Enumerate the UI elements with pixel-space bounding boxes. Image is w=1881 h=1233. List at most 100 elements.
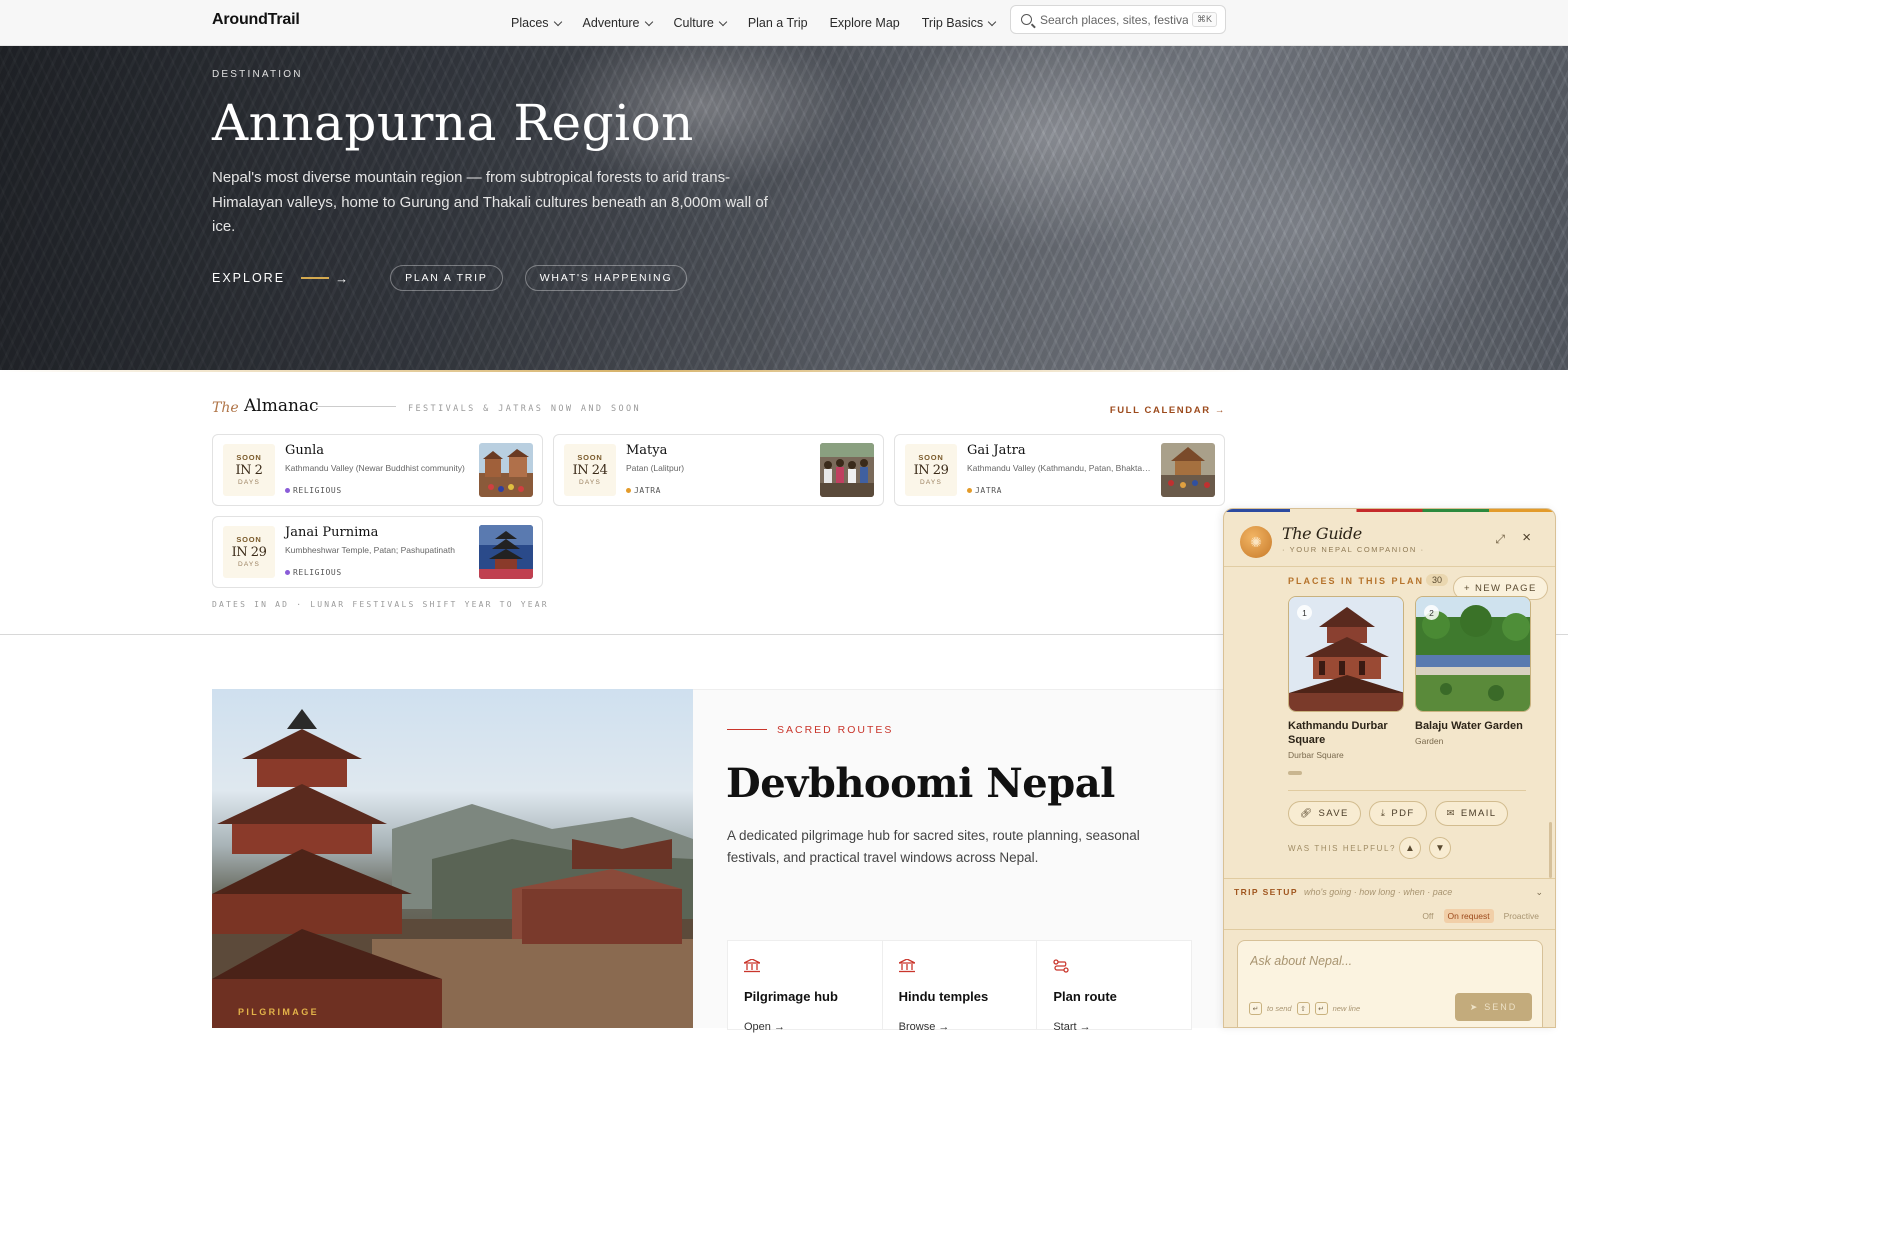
whats-happening-button[interactable]: WHAT'S HAPPENING — [524, 265, 688, 291]
days-label: DAYS — [237, 479, 261, 486]
guide-divider — [1288, 790, 1526, 791]
explore-link[interactable]: EXPLORE → — [212, 271, 350, 286]
nav-trip-basics[interactable]: Trip Basics — [922, 16, 997, 30]
trip-setup-hint: who's going · how long · when · pace — [1304, 887, 1453, 897]
festival-name: Gunla — [285, 443, 325, 458]
expand-icon[interactable]: ⤢ — [1495, 532, 1505, 547]
pilgrimage-hub-card[interactable]: Pilgrimage hub Open → — [728, 941, 883, 1033]
newline-hint: new line — [1332, 1004, 1361, 1013]
days-label: DAYS — [919, 479, 943, 486]
festival-place: Kathmandu Valley (Newar Buddhist communi… — [285, 463, 465, 473]
devbhoomi-description: A dedicated pilgrimage hub for sacred si… — [727, 828, 1140, 865]
days-label: DAYS — [237, 561, 261, 568]
place-photo: 1 — [1288, 596, 1404, 712]
pdf-button[interactable]: ⤓ PDF — [1368, 801, 1427, 826]
plan-trip-button[interactable]: PLAN A TRIP — [390, 265, 503, 291]
card-link[interactable]: Open → — [744, 1021, 785, 1033]
nav-culture[interactable]: Culture — [674, 16, 728, 30]
tag-dot — [967, 488, 972, 493]
trip-setup-label[interactable]: TRIP SETUP — [1234, 887, 1298, 897]
chevron-down-icon — [718, 17, 728, 26]
plan-route-card[interactable]: Plan route Start → — [1037, 941, 1191, 1033]
card-link[interactable]: Browse → — [899, 1021, 950, 1033]
tag-label: RELIGIOUS — [293, 486, 342, 495]
explore-line — [301, 277, 330, 279]
mail-icon: ✉ — [1446, 808, 1456, 819]
festival-tag: RELIGIOUS — [285, 486, 342, 495]
festival-date: SOON IN 2 DAYS — [223, 444, 275, 496]
mode-on-request[interactable]: On request — [1443, 909, 1494, 923]
carousel-scrollbar[interactable] — [1288, 771, 1302, 775]
arrow-right-icon: → — [335, 270, 351, 286]
panel-scrollbar[interactable] — [1549, 822, 1552, 878]
hero-subtitle: Nepal's most diverse mountain region — f… — [212, 169, 768, 235]
place-number: 2 — [1424, 605, 1439, 620]
place-type: Garden — [1415, 736, 1444, 746]
festival-date: SOON IN 29 DAYS — [223, 526, 275, 578]
hindu-temples-card[interactable]: Hindu temples Browse → — [883, 941, 1038, 1033]
hero-divider — [0, 370, 1568, 372]
search-icon — [1021, 14, 1032, 25]
festival-card-matya[interactable]: SOON IN 24 DAYS Matya Patan (Lalitpur) J… — [553, 434, 884, 506]
nav-explore-map[interactable]: Explore Map — [830, 16, 900, 30]
chat-input[interactable] — [1250, 954, 1530, 994]
hero-banner: DESTINATION Annapurna Region Nepal's mos… — [0, 46, 1568, 370]
sacred-routes-eyebrow: SACRED ROUTES — [777, 724, 894, 736]
thumbs-up-icon[interactable]: ▲ — [1399, 837, 1421, 859]
places-count-badge: 30 — [1426, 574, 1449, 586]
chevron-down-icon — [553, 17, 562, 26]
festival-tag: JATRA — [967, 486, 1002, 495]
nav-map-label: Explore Map — [829, 16, 900, 30]
tag-dot — [285, 488, 290, 493]
tag-label: JATRA — [975, 486, 1003, 495]
guide-avatar: ✺ — [1240, 526, 1272, 558]
keyboard-hints: ↵ to send ⇧ ↵ new line — [1249, 1002, 1360, 1015]
close-icon[interactable]: × — [1522, 529, 1531, 546]
countdown: IN 24 — [572, 463, 608, 478]
save-button[interactable]: 🔗︎ SAVE — [1288, 801, 1361, 826]
countdown: IN 29 — [913, 463, 949, 478]
link-icon: 🔗︎ — [1300, 808, 1314, 819]
mode-off[interactable]: Off — [1418, 909, 1437, 923]
festival-name: Matya — [626, 443, 668, 458]
nav-plan-a-trip[interactable]: Plan a Trip — [748, 16, 808, 30]
plan-actions: 🔗︎ SAVE ⤓ PDF ✉ EMAIL — [1288, 801, 1509, 826]
place-photo: 2 — [1415, 596, 1531, 712]
place-card-balaju-garden[interactable]: 2 Balaju Water Garden Garden — [1415, 596, 1531, 746]
thumbs-down-icon[interactable]: ▼ — [1429, 837, 1451, 859]
festival-card-gai-jatra[interactable]: SOON IN 29 DAYS Gai Jatra Kathmandu Vall… — [894, 434, 1225, 506]
search-box[interactable]: ⌘K — [1010, 5, 1226, 34]
full-calendar-link[interactable]: FULL CALENDAR → — [1110, 405, 1226, 416]
festival-card-janai-purnima[interactable]: SOON IN 29 DAYS Janai Purnima Kumbheshwa… — [212, 516, 543, 588]
devbhoomi-cards: Pilgrimage hub Open → Hindu temples Brow… — [727, 940, 1192, 1033]
send-label: SEND — [1484, 1002, 1518, 1012]
tag-label: RELIGIOUS — [293, 568, 342, 577]
brand-logo[interactable]: AroundTrail — [212, 11, 300, 29]
pilgrimage-photo: PILGRIMAGE — [212, 689, 693, 1028]
nav-adventure[interactable]: Adventure — [583, 16, 653, 30]
festival-thumbnail — [479, 443, 533, 497]
mode-proactive[interactable]: Proactive — [1500, 909, 1543, 923]
nav-places[interactable]: Places — [511, 16, 562, 30]
save-label: SAVE — [1318, 808, 1349, 819]
card-title: Hindu temples — [898, 989, 989, 1004]
chevron-down-icon[interactable]: ⌄ — [1535, 887, 1543, 898]
email-button[interactable]: ✉ EMAIL — [1434, 801, 1509, 826]
nav-plan-label: Plan a Trip — [747, 16, 808, 30]
place-card-kathmandu-durbar[interactable]: 1 Kathmandu Durbar Square Durbar Square — [1288, 596, 1404, 760]
almanac-footnote: DATES IN AD · LUNAR FESTIVALS SHIFT YEAR… — [212, 600, 549, 609]
card-link[interactable]: Start → — [1053, 1021, 1090, 1033]
festival-tag: JATRA — [626, 486, 661, 495]
search-input[interactable] — [1040, 12, 1188, 27]
festival-name: Janai Purnima — [285, 525, 379, 540]
festival-place: Kathmandu Valley (Kathmandu, Patan, Bhak… — [967, 463, 1155, 473]
festival-place: Patan (Lalitpur) — [626, 463, 685, 473]
almanac-subtitle: FESTIVALS & JATRAS NOW AND SOON — [408, 404, 642, 414]
places-in-plan-label: PLACES IN THIS PLAN — [1288, 576, 1425, 586]
soon-label: SOON — [918, 453, 944, 462]
temple-icon — [898, 958, 915, 973]
place-number: 1 — [1297, 605, 1312, 620]
festival-card-gunla[interactable]: SOON IN 2 DAYS Gunla Kathmandu Valley (N… — [212, 434, 543, 506]
route-icon — [1053, 959, 1069, 973]
send-button[interactable]: ➤ SEND — [1455, 993, 1532, 1021]
